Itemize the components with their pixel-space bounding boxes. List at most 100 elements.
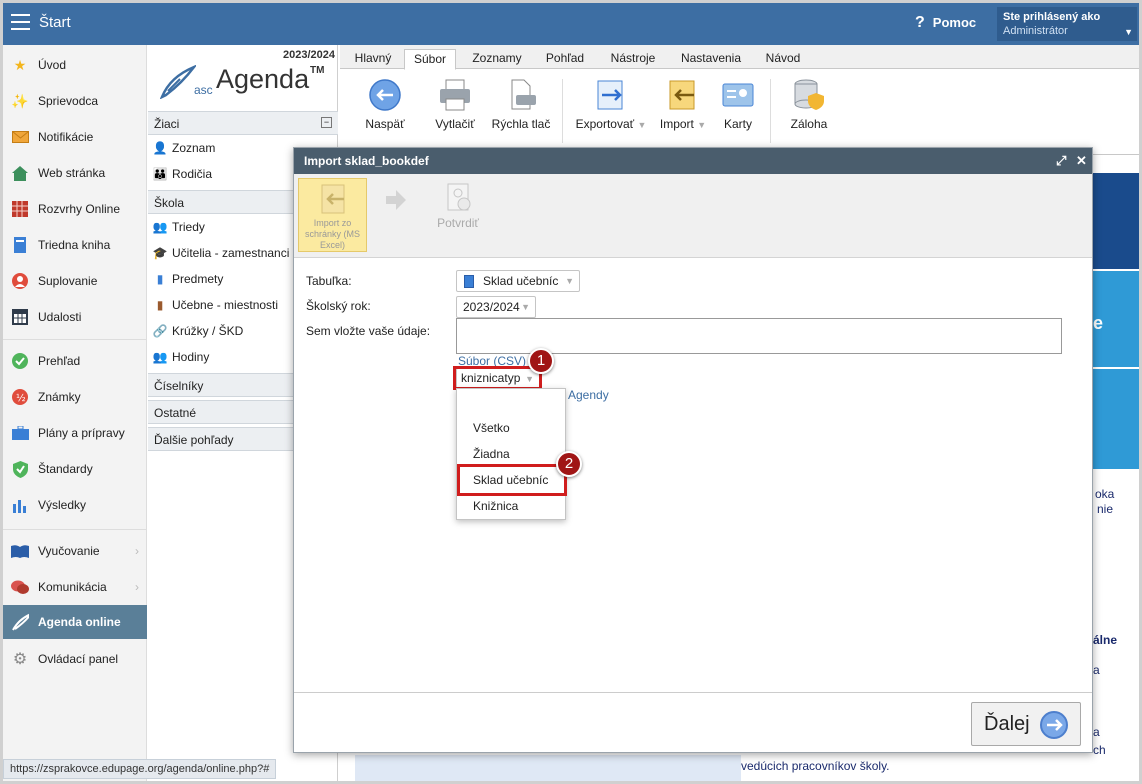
dialog-title-bar: Import sklad_bookdef ⤢ ✕ [294,148,1092,174]
dropdown-arrow-icon: ▼ [637,120,647,130]
tab-nastavenia[interactable]: Nastavenia [672,49,750,69]
import-clipboard-step[interactable]: Import zo schránky (MS Excel) [298,178,367,252]
table-select[interactable]: Sklad učebníc ▼ [456,270,580,292]
item-label: Hodiny [172,350,210,364]
section-label: Číselníky [154,379,204,393]
section-label: Žiaci [154,117,180,131]
question-icon: ? [915,14,925,31]
sidebar-item-ovladaci-panel[interactable]: ⚙ Ovládací panel [3,641,147,677]
printer-icon [438,79,472,111]
button-label: Exportovať [575,117,635,131]
button-label: Import [659,117,694,131]
step-label: Potvrdiť [437,216,479,230]
section-label: Ďalšie pohľady [154,433,234,447]
sidebar-item-agenda-online[interactable]: Agenda online [3,605,147,639]
confirm-step[interactable]: Potvrdiť [430,180,486,230]
gear-icon: ⚙ [12,651,28,668]
envelope-icon [11,128,29,146]
sidebar-item-rozvrhy[interactable]: Rozvrhy Online [3,191,147,227]
status-url: https://zsprakovce.edupage.org/agenda/on… [3,759,277,779]
close-icon[interactable]: ✕ [1076,153,1087,169]
sidebar-item-udalosti[interactable]: Udalosti [3,299,147,335]
sidebar-label: Vyučovanie [38,544,100,558]
sidebar-divider [3,339,147,340]
print-button[interactable]: Vytlačiť [430,79,480,131]
sidebar-label: Suplovanie [38,274,98,288]
tab-pohlad[interactable]: Pohľad [536,49,594,69]
tab-zoznamy[interactable]: Zoznamy [464,49,530,69]
sidebar-item-plany[interactable]: Plány a prípravy [3,415,147,451]
cards-button[interactable]: Karty [718,79,758,131]
calendar-icon [11,308,29,326]
tab-subor[interactable]: Súbor [404,49,456,70]
background-text: ch [1093,743,1106,757]
sidebar-item-triedna-kniha[interactable]: Triedna kniha [3,227,147,263]
tab-hlavny[interactable]: Hlavný [344,49,402,69]
year-select[interactable]: 2023/2024 ▼ [456,296,536,318]
tab-navod[interactable]: Návod [756,49,810,69]
help-button[interactable]: ? Pomoc [915,14,976,32]
tab-nastroje[interactable]: Nástroje [598,49,668,69]
sidebar-item-suplovanie[interactable]: Suplovanie [3,263,147,299]
table-select-value: Sklad učebníc [483,274,559,288]
button-label: Rýchla tlač [491,117,551,131]
item-label: Rodičia [172,167,213,181]
house-icon [11,164,29,182]
sidebar-item-standardy[interactable]: Štandardy [3,451,147,487]
chat-icon [11,578,29,596]
ribbon-separator [562,79,563,143]
backup-button[interactable]: Záloha [784,79,834,131]
section-ziaci[interactable]: Žiaci − [148,111,338,135]
sidebar-item-znamky[interactable]: ½ Známky [3,379,147,415]
user-menu[interactable]: Ste prihlásený ako Administrátor ▼ [997,7,1137,41]
sidebar-item-vysledky[interactable]: Výsledky [3,487,147,523]
book-icon [11,236,29,254]
sidebar-item-vyucovanie[interactable]: Vyučovanie › [3,533,147,569]
section-label: Ostatné [154,406,197,420]
sidebar-label: Udalosti [38,310,82,324]
next-button[interactable]: Ďalej [971,702,1081,746]
background-text: vedúcich pracovníkov školy. [741,759,890,773]
menu-item-vsetko[interactable]: Všetko [457,415,565,441]
sidebar-label: Notifikácie [38,130,94,144]
menu-item-kniznica[interactable]: Knižnica [457,493,565,519]
logo-asc: asc [194,83,213,97]
grade-icon: ½ [11,388,29,406]
sidebar-item-uvod[interactable]: ★ Úvod [3,47,147,83]
star-icon: ★ [13,56,27,73]
sidebar-item-prehlad[interactable]: Prehľad [3,343,147,379]
main-sidebar: ★ Úvod ✨ Sprievodca Notifikácie Web stránk… [3,45,147,781]
sidebar-item-sprievodca[interactable]: ✨ Sprievodca [3,83,147,119]
back-button[interactable]: Naspäť [360,79,410,131]
background-banner [1093,173,1139,269]
sidebar-item-web-stranka[interactable]: Web stránka [3,155,147,191]
help-label: Pomoc [932,15,977,30]
item-label: Zoznam [172,141,216,155]
background-panel [355,755,741,781]
next-label: Ďalej [984,713,1030,735]
export-button[interactable]: Exportovať ▼ [572,79,650,131]
quill-icon [160,65,196,99]
import-dialog: Import sklad_bookdef ⤢ ✕ Import zo schrá… [293,147,1093,753]
year-label: Školský rok: [306,299,371,313]
quick-print-icon [504,79,538,111]
group-icon: 👥 [152,350,168,364]
sidebar-label: Agenda online [38,615,121,629]
wand-icon: ✨ [11,92,29,109]
menu-icon[interactable] [11,14,30,30]
ribbon: Hlavný Súbor Zoznamy Pohľad Nástroje Nas… [340,45,1139,155]
sidebar-label: Sprievodca [38,94,99,108]
open-book-icon [11,542,29,560]
collapse-icon[interactable]: − [321,117,332,128]
quick-print-button[interactable]: Rýchla tlač [488,79,554,131]
sidebar-label: Známky [38,390,81,404]
sidebar-item-komunikacia[interactable]: Komunikácia › [3,569,147,605]
sidebar-item-notifikacie[interactable]: Notifikácie [3,119,147,155]
maximize-icon[interactable]: ⤢ [1056,153,1066,169]
import-button[interactable]: Import ▼ [656,79,710,131]
ribbon-tabs: Hlavný Súbor Zoznamy Pohľad Nástroje Nas… [340,45,1139,70]
highlight-type-select [453,366,542,390]
section-label: Škola [154,196,185,210]
agendy-link[interactable]: Agendy [568,388,609,402]
start-link[interactable]: Štart [39,14,71,31]
